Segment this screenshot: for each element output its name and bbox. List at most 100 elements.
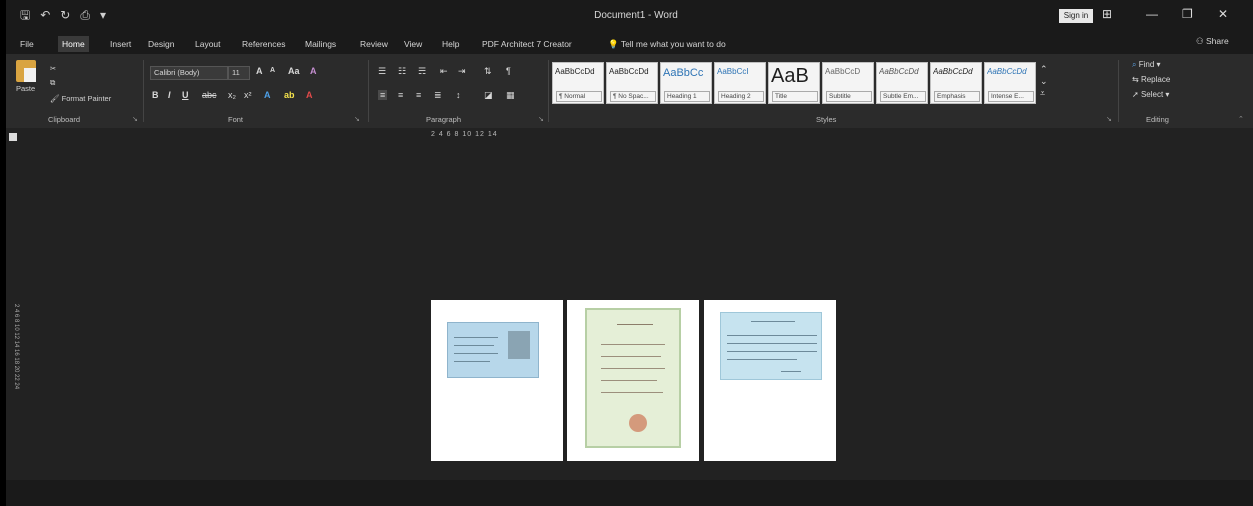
tab-help[interactable]: Help (438, 36, 463, 52)
style-subtle-emphasis[interactable]: AaBbCcDd Subtle Em... (876, 62, 928, 104)
save-icon[interactable]: 🖫 (20, 8, 30, 22)
decrease-indent-icon[interactable]: ⇤ (440, 66, 448, 77)
styles-launcher-icon[interactable]: ↘ (1106, 115, 1112, 123)
print-preview-icon[interactable]: ⎙ (80, 8, 90, 22)
superscript-icon[interactable]: x² (244, 90, 252, 100)
tell-me-box[interactable]: 💡 Tell me what you want to do (604, 36, 730, 52)
styles-scroll-up-icon[interactable]: ⌃ (1040, 64, 1048, 75)
highlight-color-icon[interactable]: ab (284, 90, 295, 100)
paste-icon[interactable] (16, 60, 36, 82)
document-title: Document1 - Word (594, 10, 678, 21)
justify-icon[interactable]: ≣ (434, 90, 442, 101)
id-card-image[interactable] (447, 322, 539, 378)
redo-icon[interactable]: ↻ (60, 8, 70, 22)
ribbon: Paste ✂ ⧉ 🖌 Format Painter Clipboard ↘ C… (6, 54, 1253, 128)
tab-home[interactable]: Home (58, 36, 89, 52)
horizontal-ruler[interactable]: 2 4 6 8 10 12 14 (431, 131, 498, 138)
page-1[interactable] (431, 300, 563, 461)
text-effects-icon[interactable]: A (264, 90, 271, 100)
style-preview: AaBbCcDd (609, 67, 649, 76)
tab-references[interactable]: References (238, 36, 289, 52)
select-label: Select (1140, 90, 1164, 99)
change-case-icon[interactable]: Aa (288, 66, 300, 76)
style-normal[interactable]: AaBbCcDd ¶ Normal (552, 62, 604, 104)
style-title[interactable]: AaB Title (768, 62, 820, 104)
shading-icon[interactable]: ◪ (484, 90, 493, 101)
sort-icon[interactable]: ⇅ (484, 66, 492, 77)
text-line (601, 392, 663, 393)
paragraph-launcher-icon[interactable]: ↘ (538, 115, 544, 123)
tab-insert[interactable]: Insert (106, 36, 135, 52)
align-center-icon[interactable]: ≡ (398, 90, 403, 100)
style-subtitle[interactable]: AaBbCcD Subtitle (822, 62, 874, 104)
cut-icon[interactable]: ✂ (50, 64, 56, 73)
ribbon-tabs: File Home Insert Design Layout Reference… (6, 32, 1253, 54)
tab-review[interactable]: Review (356, 36, 392, 52)
text-line (454, 361, 490, 362)
text-line (601, 368, 665, 369)
show-marks-icon[interactable]: ¶ (506, 66, 511, 76)
numbering-icon[interactable]: ☷ (398, 66, 406, 77)
copy-icon[interactable]: ⧉ (50, 78, 55, 88)
tab-mailings[interactable]: Mailings (301, 36, 340, 52)
select-button[interactable]: ➚ Select ▾ (1132, 90, 1170, 105)
style-heading-2[interactable]: AaBbCcI Heading 2 (714, 62, 766, 104)
font-launcher-icon[interactable]: ↘ (354, 115, 360, 123)
style-intense-emphasis[interactable]: AaBbCcDd Intense E... (984, 62, 1036, 104)
undo-icon[interactable]: ↶ (40, 8, 50, 22)
strikethrough-icon[interactable]: abc (202, 90, 217, 100)
font-size-select[interactable]: 11 (228, 66, 250, 80)
text-line (601, 380, 657, 381)
styles-group-label: Styles (816, 115, 837, 124)
ribbon-display-options-icon[interactable]: ⊞ (1102, 7, 1112, 21)
restore-icon[interactable]: ❐ (1182, 7, 1193, 21)
document-area[interactable]: 2 4 6 8 10 12 14 2 4 6 8 10 12 14 16 18 … (6, 128, 1253, 480)
replace-button[interactable]: ⇆ Replace (1132, 75, 1170, 90)
customize-qat-icon[interactable]: ▾ (100, 8, 106, 22)
tab-design[interactable]: Design (144, 36, 178, 52)
find-button[interactable]: ⌕ Find ▾ (1132, 60, 1170, 75)
tab-layout[interactable]: Layout (191, 36, 225, 52)
font-name-select[interactable]: Calibri (Body) (150, 66, 228, 80)
page-3[interactable] (704, 300, 836, 461)
share-button[interactable]: ⚇ Share (1196, 36, 1229, 47)
styles-scroll-down-icon[interactable]: ⌄ (1040, 76, 1048, 87)
grow-font-icon[interactable]: A (256, 66, 263, 76)
document-scan-image[interactable] (720, 312, 822, 380)
minimize-icon[interactable]: — (1146, 7, 1158, 21)
bullets-icon[interactable]: ☰ (378, 66, 386, 77)
format-painter-button[interactable]: 🖌 Format Painter (50, 94, 111, 103)
align-left-icon[interactable]: ≡ (378, 90, 388, 100)
text-line (617, 324, 653, 325)
bold-icon[interactable]: B (152, 90, 159, 100)
sign-in-button[interactable]: Sign in (1059, 9, 1093, 23)
ribbon-separator (1118, 60, 1119, 122)
tab-selector[interactable] (9, 133, 17, 141)
style-emphasis[interactable]: AaBbCcDd Emphasis (930, 62, 982, 104)
style-heading-1[interactable]: AaBbCc Heading 1 (660, 62, 712, 104)
tab-pdf-architect[interactable]: PDF Architect 7 Creator (478, 36, 576, 52)
tab-file[interactable]: File (16, 36, 38, 52)
align-right-icon[interactable]: ≡ (416, 90, 421, 100)
increase-indent-icon[interactable]: ⇥ (458, 66, 466, 77)
tab-view[interactable]: View (400, 36, 426, 52)
line-spacing-icon[interactable]: ↕ (456, 90, 461, 100)
shrink-font-icon[interactable]: A (270, 67, 275, 74)
borders-icon[interactable]: ▦ (506, 90, 515, 101)
multilevel-list-icon[interactable]: ☴ (418, 66, 426, 77)
clipboard-launcher-icon[interactable]: ↘ (132, 115, 138, 123)
italic-icon[interactable]: I (168, 90, 171, 100)
style-preview: AaBbCcDd (555, 67, 595, 76)
underline-icon[interactable]: U (182, 90, 189, 100)
font-color-icon[interactable]: A (306, 90, 313, 100)
paste-label[interactable]: Paste (16, 84, 35, 93)
certificate-image[interactable] (585, 308, 681, 448)
styles-more-icon[interactable]: ⩡ (1040, 88, 1045, 99)
collapse-ribbon-icon[interactable]: ⌃ (1238, 115, 1244, 123)
subscript-icon[interactable]: x₂ (228, 90, 236, 100)
vertical-ruler[interactable]: 2 4 6 8 10 12 14 16 18 20 22 24 (9, 304, 19, 454)
clear-formatting-icon[interactable]: A (310, 66, 317, 76)
style-no-spacing[interactable]: AaBbCcDd ¶ No Spac... (606, 62, 658, 104)
close-icon[interactable]: ✕ (1218, 7, 1228, 21)
page-2[interactable] (567, 300, 699, 461)
